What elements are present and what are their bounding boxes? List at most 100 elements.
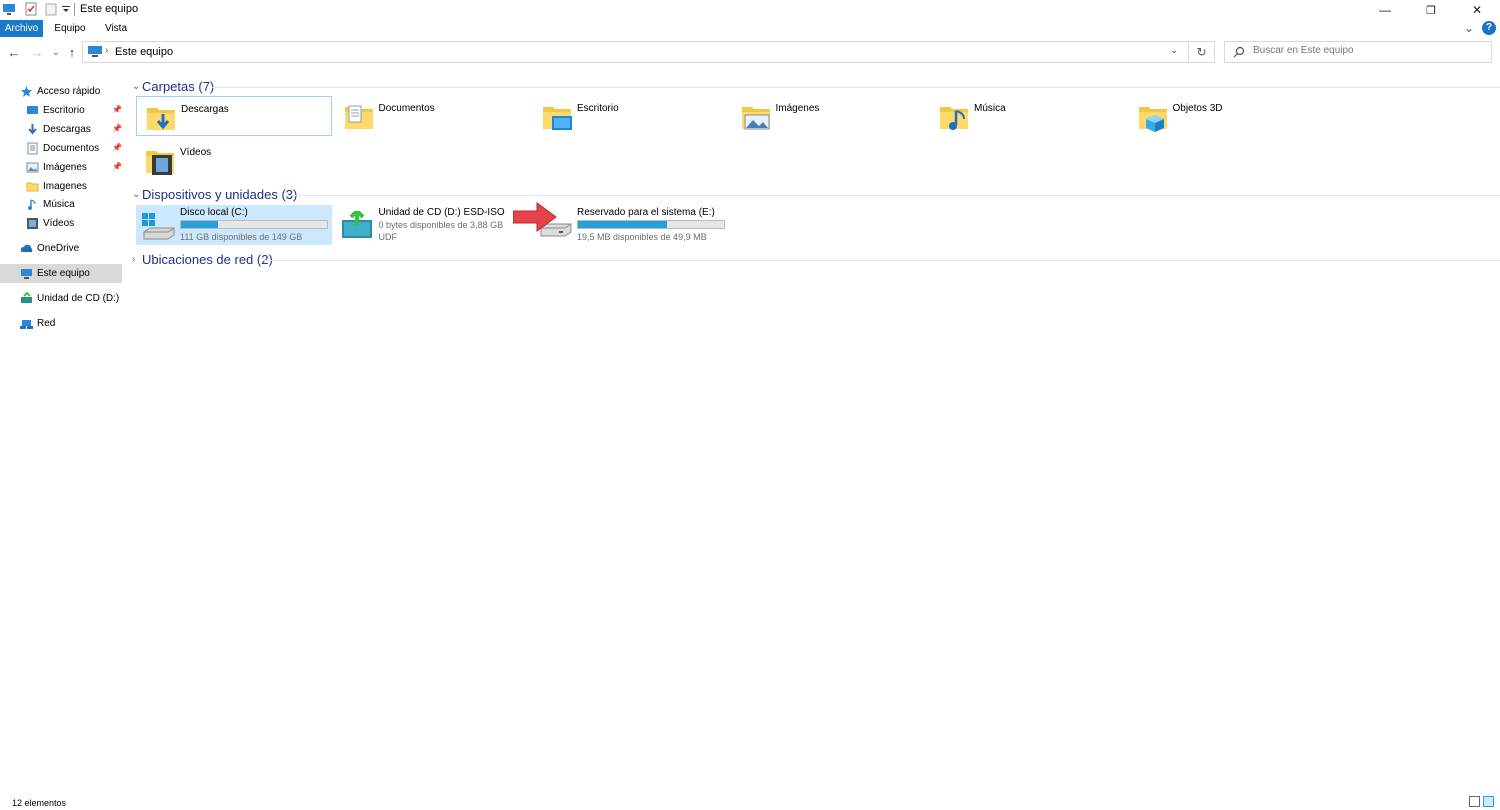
sidebar-item-acceso-r-pido[interactable]: Acceso rápido bbox=[0, 82, 122, 101]
folder-tile-escritorio[interactable]: Escritorio bbox=[533, 96, 729, 136]
drive-usage-bar bbox=[577, 220, 725, 229]
address-dropdown-icon[interactable]: ⌄ bbox=[1170, 45, 1178, 56]
sidebar-item-onedrive[interactable]: OneDrive bbox=[0, 239, 122, 258]
sidebar-item-descargas[interactable]: Descargas 📌 bbox=[0, 120, 122, 139]
refresh-button[interactable]: ↻ bbox=[1188, 42, 1214, 62]
folder-label: Descargas bbox=[181, 104, 229, 115]
sidebar-item-label: Vídeos bbox=[43, 218, 75, 229]
sidebar-item-label: Unidad de CD (D:) ES bbox=[37, 293, 122, 304]
video-icon bbox=[27, 218, 38, 229]
title-bar: Este equipo — ❐ ✕ bbox=[0, 0, 1500, 20]
group-header-devices[interactable]: ⌄ Dispositivos y unidades (3) bbox=[124, 186, 1500, 206]
navigation-bar: ← → ⌄ ↑ › Este equipo ⌄ ↻ bbox=[0, 37, 1500, 67]
customize-toolbar-icon[interactable] bbox=[59, 2, 73, 16]
breadcrumb-chevron-icon[interactable]: › bbox=[105, 45, 108, 56]
computer-icon bbox=[3, 4, 15, 15]
sidebar-item-imagenes[interactable]: Imagenes bbox=[0, 177, 122, 196]
drive-free-space: 111 GB disponibles de 149 GB bbox=[180, 232, 303, 242]
sidebar-item-im-genes[interactable]: Imágenes 📌 bbox=[0, 158, 122, 177]
folder-label: Vídeos bbox=[180, 147, 212, 158]
sidebar-item-v-deos[interactable]: Vídeos bbox=[0, 214, 122, 233]
help-icon[interactable]: ? bbox=[1482, 21, 1496, 35]
chevron-down-icon[interactable]: ⌄ bbox=[132, 81, 140, 92]
folder-tile-objetos-3d[interactable]: Objetos 3D bbox=[1129, 96, 1325, 136]
ribbon-tabs: Archivo Equipo Vista ⌄ ? bbox=[0, 20, 1500, 37]
sidebar-item-m-sica[interactable]: Música bbox=[0, 195, 122, 214]
group-header-network[interactable]: › Ubicaciones de red (2) bbox=[124, 251, 1500, 271]
sidebar-item-red[interactable]: Red bbox=[0, 314, 122, 333]
properties-icon[interactable] bbox=[24, 2, 38, 16]
folder-tile-im-genes[interactable]: Imágenes bbox=[732, 96, 928, 136]
folder-tile-descargas[interactable]: Descargas bbox=[136, 96, 332, 136]
tab-vista[interactable]: Vista bbox=[98, 20, 134, 37]
search-input[interactable] bbox=[1253, 45, 1483, 56]
up-button[interactable]: ↑ bbox=[64, 43, 80, 61]
search-box[interactable] bbox=[1224, 41, 1492, 63]
breadcrumb[interactable]: Este equipo bbox=[115, 46, 173, 58]
group-header-folders[interactable]: ⌄ Carpetas (7) bbox=[124, 78, 1500, 98]
drive-tile-unidad-de-cd-d-esd-iso[interactable]: Unidad de CD (D:) ESD-ISO 0 bytes disponi… bbox=[335, 205, 531, 245]
tab-equipo[interactable]: Equipo bbox=[48, 20, 92, 37]
sidebar-item-unidad-de-cd-d-es[interactable]: Unidad de CD (D:) ES bbox=[0, 289, 122, 308]
sidebar-item-label: Este equipo bbox=[37, 268, 90, 279]
cd-drive-icon bbox=[341, 211, 372, 238]
sidebar-item-label: OneDrive bbox=[37, 243, 80, 254]
folder-label: Música bbox=[974, 103, 1006, 114]
sidebar-item-label: Acceso rápido bbox=[37, 86, 101, 97]
title-separator bbox=[74, 3, 75, 16]
forward-button[interactable]: → bbox=[29, 43, 45, 61]
details-view-icon[interactable] bbox=[1469, 796, 1480, 807]
chevron-down-icon[interactable]: ⌄ bbox=[132, 189, 140, 200]
sidebar-item-escritorio[interactable]: Escritorio 📌 bbox=[0, 101, 122, 120]
pictures-icon bbox=[26, 162, 39, 173]
expand-ribbon-icon[interactable]: ⌄ bbox=[1464, 21, 1474, 35]
desktop-folder-icon bbox=[543, 107, 572, 130]
drive-filesystem: UDF bbox=[378, 232, 398, 242]
close-button[interactable]: ✕ bbox=[1454, 0, 1500, 20]
drive-usage-fill bbox=[181, 221, 219, 228]
minimize-button[interactable]: — bbox=[1362, 0, 1408, 20]
sidebar-item-label: Descargas bbox=[43, 124, 91, 135]
sidebar-item-documentos[interactable]: Documentos 📌 bbox=[0, 139, 122, 158]
3d-objects-folder-icon bbox=[1138, 107, 1167, 132]
search-icon bbox=[1233, 46, 1245, 58]
drive-tile-reservado-para-el-sistema-e[interactable]: Reservado para el sistema (E:) 19,5 MB di… bbox=[533, 205, 729, 245]
drive-tile-disco-local-c[interactable]: Disco local (C:) 111 GB disponibles de 14… bbox=[136, 205, 332, 245]
documents-folder-icon bbox=[344, 105, 373, 129]
drive-name: Disco local (C:) bbox=[180, 207, 248, 218]
new-folder-icon[interactable] bbox=[44, 2, 58, 16]
red-annotation-arrow-icon bbox=[513, 202, 557, 232]
tiles-view-icon[interactable] bbox=[1483, 796, 1494, 807]
drive-name: Reservado para el sistema (E:) bbox=[577, 207, 715, 218]
group-title: Carpetas (7) bbox=[142, 79, 215, 94]
chevron-right-icon[interactable]: › bbox=[132, 254, 135, 265]
address-bar[interactable]: › Este equipo ⌄ ↻ bbox=[82, 41, 1215, 63]
videos-folder-icon bbox=[146, 151, 174, 175]
maximize-button[interactable]: ❐ bbox=[1408, 0, 1454, 20]
cloud-icon bbox=[20, 244, 33, 252]
item-count: 12 elementos bbox=[12, 798, 67, 808]
drive-usage-fill bbox=[578, 221, 668, 228]
music-folder-icon bbox=[940, 107, 968, 130]
folder-label: Documentos bbox=[378, 103, 435, 114]
pin-icon: 📌 bbox=[112, 143, 122, 152]
sidebar-item-este-equipo[interactable]: Este equipo bbox=[0, 264, 122, 283]
window-title: Este equipo bbox=[80, 3, 139, 15]
pin-icon: 📌 bbox=[112, 105, 122, 114]
main-content: ⌄ Carpetas (7) Descargas Documentos Escrit… bbox=[124, 70, 1500, 792]
download-icon bbox=[28, 124, 37, 135]
recent-locations-button[interactable]: ⌄ bbox=[48, 43, 64, 61]
back-button[interactable]: ← bbox=[6, 43, 22, 61]
group-divider bbox=[264, 260, 1500, 261]
pin-icon: 📌 bbox=[112, 124, 122, 133]
tab-archivo[interactable]: Archivo bbox=[0, 20, 43, 37]
group-title: Dispositivos y unidades (3) bbox=[142, 187, 298, 202]
group-divider bbox=[286, 195, 1500, 196]
sidebar-item-label: Red bbox=[37, 318, 56, 329]
group-title: Ubicaciones de red (2) bbox=[142, 252, 273, 267]
folder-tile-v-deos[interactable]: Vídeos bbox=[136, 140, 332, 180]
star-icon bbox=[21, 86, 32, 97]
folder-tile-documentos[interactable]: Documentos bbox=[335, 96, 531, 136]
drive-name: Unidad de CD (D:) ESD-ISO bbox=[378, 207, 505, 218]
folder-tile-m-sica[interactable]: Música bbox=[930, 96, 1126, 136]
